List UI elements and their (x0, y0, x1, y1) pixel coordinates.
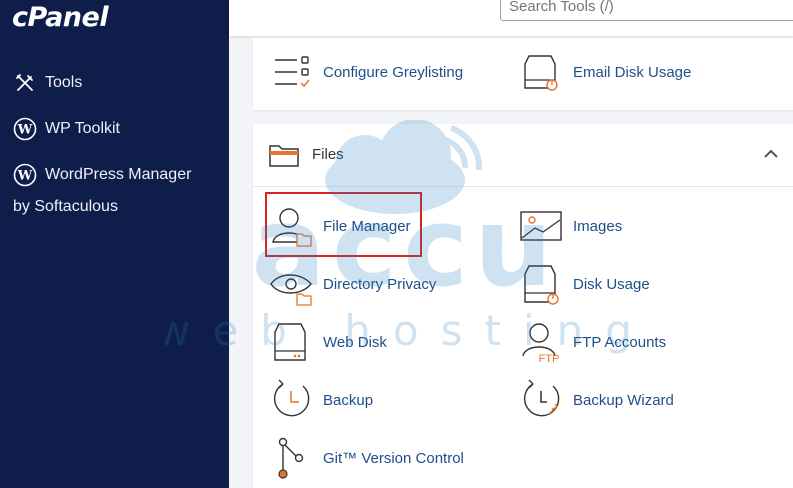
files-section-title: Files (312, 146, 344, 163)
email-section: Configure Greylisting Email Disk Usage (253, 38, 793, 110)
search-input[interactable] (500, 0, 793, 21)
sidebar-item-sublabel[interactable]: by Softaculous (13, 198, 118, 216)
sidebar-item-wordpress-manager[interactable]: W WordPress Manager (13, 163, 191, 187)
svg-text:W: W (17, 169, 33, 184)
disk-usage-icon (519, 262, 563, 306)
item-label: Configure Greylisting (323, 63, 464, 81)
svg-text:FTP: FTP (539, 353, 560, 364)
disk-usage-link[interactable]: Disk Usage (519, 262, 650, 306)
highlight-box (265, 192, 422, 257)
folder-icon (269, 142, 299, 173)
tools-icon (13, 71, 37, 95)
email-disk-usage-link[interactable]: Email Disk Usage (519, 50, 691, 94)
wordpress-icon: W (13, 117, 37, 141)
git-icon (269, 436, 313, 480)
ftp-accounts-icon: FTP (519, 320, 563, 364)
images-link[interactable]: Images (519, 204, 622, 248)
web-disk-link[interactable]: Web Disk (269, 320, 387, 364)
sidebar-item-tools[interactable]: Tools (13, 71, 82, 95)
item-label: Images (573, 217, 623, 235)
svg-text:W: W (17, 123, 33, 138)
item-label: Web Disk (323, 333, 387, 351)
backup-link[interactable]: Backup (269, 378, 373, 422)
chevron-up-icon[interactable] (763, 147, 779, 165)
item-label: Git™ Version Control (323, 449, 464, 467)
sidebar-item-wp-toolkit[interactable]: W WP Toolkit (13, 117, 120, 141)
images-icon (519, 204, 563, 248)
sidebar-item-label: WordPress Manager (45, 166, 192, 183)
backup-wizard-icon (519, 378, 563, 422)
wordpress-icon: W (13, 163, 37, 187)
item-label: Directory Privacy (323, 275, 437, 293)
greylisting-icon (269, 50, 313, 94)
files-section-header[interactable]: Files (253, 124, 793, 187)
sidebar-item-label: Tools (45, 74, 83, 91)
sidebar-item-label: WP Toolkit (45, 120, 120, 137)
item-label: Backup (323, 391, 374, 409)
item-label: FTP Accounts (573, 333, 667, 351)
disk-usage-icon (519, 50, 563, 94)
directory-privacy-icon (269, 262, 313, 306)
web-disk-icon (269, 320, 313, 364)
item-label: Backup Wizard (573, 391, 674, 409)
ftp-accounts-link[interactable]: FTP FTP Accounts (519, 320, 666, 364)
backup-wizard-link[interactable]: Backup Wizard (519, 378, 674, 422)
configure-greylisting-link[interactable]: Configure Greylisting (269, 50, 463, 94)
directory-privacy-link[interactable]: Directory Privacy (269, 262, 436, 306)
top-bar (229, 0, 793, 36)
git-version-control-link[interactable]: Git™ Version Control (269, 436, 464, 480)
files-section: Files File Manager Images Directory Priv… (253, 124, 793, 488)
cpanel-logo[interactable]: cPanel (12, 2, 109, 33)
item-label: Disk Usage (573, 275, 650, 293)
item-label: Email Disk Usage (573, 63, 692, 81)
backup-icon (269, 378, 313, 422)
sidebar: cPanel Tools W WP Toolkit W WordPress Ma… (0, 0, 229, 488)
